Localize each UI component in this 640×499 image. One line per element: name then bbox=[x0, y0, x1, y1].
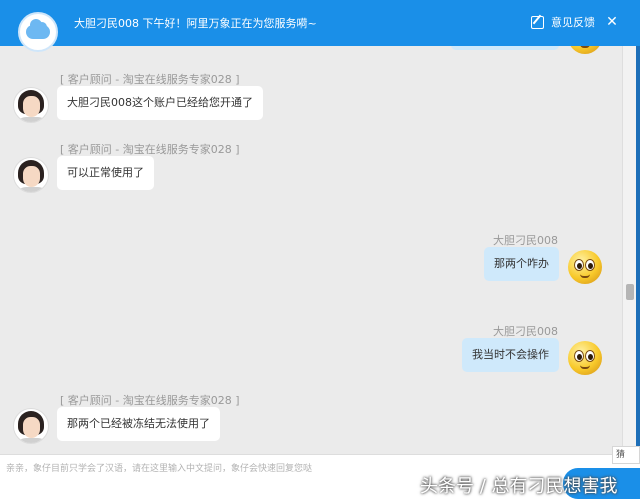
scrollbar-thumb[interactable] bbox=[626, 284, 634, 300]
user-sender-label: 大胆刁民008 bbox=[493, 325, 558, 338]
watermark: 头条号 / 总有刁民想害我 bbox=[420, 476, 618, 497]
user-avatar bbox=[568, 250, 602, 284]
feedback-label: 意见反馈 bbox=[551, 16, 595, 29]
feedback-button[interactable]: 意见反馈 bbox=[531, 12, 595, 32]
agent-message: 可以正常使用了 bbox=[57, 156, 154, 190]
agent-sender-label: [ 客户顾问 - 淘宝在线服务专家028 ] bbox=[60, 143, 240, 156]
window-edge-strip bbox=[636, 46, 640, 454]
edit-icon bbox=[531, 15, 544, 29]
agent-avatar bbox=[13, 157, 49, 193]
user-avatar bbox=[568, 46, 602, 54]
assistant-logo bbox=[18, 12, 58, 52]
agent-message: 大胆刁民008这个账户已经给您开通了 bbox=[57, 86, 263, 120]
chat-scrollbar[interactable] bbox=[622, 46, 636, 454]
agent-sender-label: [ 客户顾问 - 淘宝在线服务专家028 ] bbox=[60, 394, 240, 407]
user-message: 我当时不会操作 bbox=[462, 338, 559, 372]
user-message: 那两个咋办 bbox=[484, 247, 559, 281]
side-widget[interactable]: 猜 bbox=[612, 446, 640, 464]
agent-avatar bbox=[13, 408, 49, 444]
close-button[interactable]: ✕ bbox=[602, 12, 622, 32]
agent-avatar bbox=[13, 87, 49, 123]
header-greeting: 大胆刁民008 下午好！阿里万象正在为您服务嗬~ bbox=[74, 17, 317, 30]
chat-history[interactable]: [ 客户顾问 - 淘宝在线服务专家028 ] 大胆刁民008这个账户已经给您开通… bbox=[0, 46, 622, 454]
agent-sender-label: [ 客户顾问 - 淘宝在线服务专家028 ] bbox=[60, 73, 240, 86]
previous-message-bubble bbox=[451, 46, 559, 50]
message-input-placeholder[interactable]: 亲亲，象仔目前只学会了汉语，请在这里输入中文提问，象仔会快速回复您哒 bbox=[6, 461, 312, 474]
user-avatar bbox=[568, 341, 602, 375]
user-sender-label: 大胆刁民008 bbox=[493, 234, 558, 247]
cloud-icon bbox=[26, 19, 50, 39]
agent-message: 那两个已经被冻结无法使用了 bbox=[57, 407, 220, 441]
